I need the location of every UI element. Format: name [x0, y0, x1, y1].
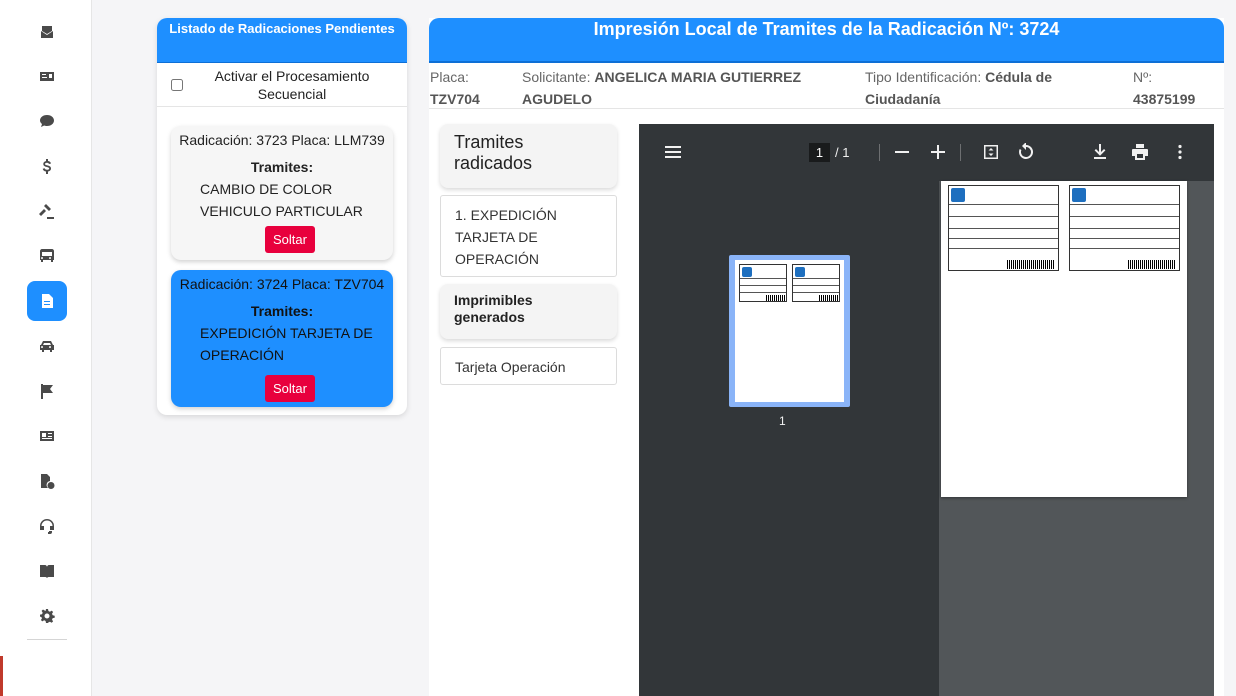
sequential-processing-toggle[interactable]: Activar el Procesamiento Secuencial	[157, 63, 407, 107]
tramite-item: EXPEDICIÓN TARJETA DE	[200, 325, 373, 341]
menu-icon[interactable]	[662, 141, 684, 163]
money-card-icon[interactable]	[27, 56, 67, 96]
solicitante-field: Solicitante: ANGELICA MARIA GUTIERREZ AG…	[522, 66, 801, 110]
file-info-icon[interactable]	[27, 461, 67, 501]
card-preview	[792, 264, 840, 302]
rotate-icon[interactable]	[1015, 141, 1037, 163]
placa-field: Placa: TZV704	[430, 66, 480, 110]
bus-icon[interactable]	[27, 236, 67, 276]
download-icon[interactable]	[1089, 141, 1111, 163]
imprimible-list-item[interactable]: Tarjeta Operación	[440, 347, 617, 385]
tarjeta-operacion-preview	[948, 185, 1059, 271]
numero-field: Nº: 43875199	[1133, 66, 1195, 110]
tramite-item: CAMBIO DE COLOR	[200, 181, 333, 197]
tipo-identificacion-field: Tipo Identificación: Cédula de Ciudadaní…	[865, 66, 1052, 110]
page-total: / 1	[835, 145, 850, 160]
tramite-item: VEHICULO PARTICULAR	[200, 203, 363, 219]
more-icon[interactable]	[1169, 141, 1191, 163]
pdf-toolbar: 1 / 1	[639, 124, 1214, 181]
tramite-list-item[interactable]: 1. EXPEDICIÓN TARJETA DE OPERACIÓN	[440, 195, 617, 277]
tarjeta-operacion-preview	[1069, 185, 1180, 271]
tramites-radicados-heading: Tramites radicados	[440, 124, 617, 188]
pdf-viewer[interactable]: 1 / 1 1	[639, 124, 1214, 696]
sequential-processing-checkbox[interactable]	[171, 78, 183, 91]
numero-label: Nº:	[1133, 69, 1153, 85]
tipo-label: Tipo Identificación:	[865, 69, 982, 85]
car-icon[interactable]	[27, 326, 67, 366]
placa-value: TZV704	[430, 91, 480, 107]
pending-radicaciones-panel: Listado de Radicaciones Pendientes Activ…	[157, 18, 407, 415]
page-thumbnail[interactable]	[729, 255, 850, 407]
solicitante-value: ANGELICA MARIA GUTIERREZ	[594, 69, 801, 85]
radicacion-info-row: Placa: TZV704 Solicitante: ANGELICA MARI…	[429, 66, 1224, 109]
pdf-page	[941, 181, 1187, 497]
flag-icon[interactable]	[27, 371, 67, 411]
placa-label: Placa:	[430, 69, 469, 85]
tipo-value-cont: Ciudadanía	[865, 91, 941, 107]
radicacion-info: Radicación: 3723 Placa: LLM739	[179, 132, 385, 148]
headset-icon[interactable]	[27, 506, 67, 546]
zoom-out-icon[interactable]	[891, 141, 913, 163]
tramites-list: EXPEDICIÓN TARJETA DE OPERACIÓN	[200, 322, 380, 366]
local-print-panel: Impresión Local de Tramites de la Radica…	[429, 18, 1224, 696]
sidebar-divider	[27, 639, 67, 640]
thumbnail-page	[735, 260, 844, 402]
dollar-icon[interactable]	[27, 146, 67, 186]
gear-icon[interactable]	[27, 596, 67, 636]
tramite-item: OPERACIÓN	[200, 347, 285, 363]
zoom-in-icon[interactable]	[927, 141, 949, 163]
card-preview	[739, 264, 787, 302]
fit-page-icon[interactable]	[980, 141, 1002, 163]
solicitante-label: Solicitante:	[522, 69, 591, 85]
print-icon[interactable]	[1129, 141, 1151, 163]
toolbar-divider	[879, 144, 880, 161]
tramites-list: CAMBIO DE COLOR VEHICULO PARTICULAR	[200, 178, 380, 222]
document-icon[interactable]	[27, 281, 67, 321]
sidebar-edge-marker	[0, 656, 3, 696]
tramites-label: Tramites:	[250, 303, 314, 319]
soltar-button[interactable]: Soltar	[265, 226, 315, 253]
radicacion-info: Radicación: 3724 Placa: TZV704	[179, 276, 385, 292]
tipo-value: Cédula de	[985, 69, 1053, 85]
radicacion-card-3724[interactable]: Radicación: 3724 Placa: TZV704 Tramites:…	[171, 270, 393, 407]
id-card-icon[interactable]	[27, 416, 67, 456]
thumbnail-page-number: 1	[779, 414, 786, 428]
book-icon[interactable]	[27, 551, 67, 591]
solicitante-value-cont: AGUDELO	[522, 91, 592, 107]
numero-value: 43875199	[1133, 91, 1196, 107]
pending-panel-title: Listado de Radicaciones Pendientes	[157, 18, 407, 63]
page-title: Impresión Local de Tramites de la Radica…	[429, 18, 1224, 63]
page-number-input[interactable]: 1	[809, 143, 830, 162]
chat-dollar-icon[interactable]	[27, 101, 67, 141]
pdf-thumbnail-sidebar: 1	[639, 181, 939, 696]
tramites-label: Tramites:	[250, 159, 314, 175]
sequential-processing-label: Activar el Procesamiento Secuencial	[214, 67, 370, 102]
envelope-icon[interactable]	[27, 12, 67, 52]
toolbar-divider	[960, 144, 961, 161]
gavel-icon[interactable]	[27, 191, 67, 231]
soltar-button[interactable]: Soltar	[265, 375, 315, 402]
imprimibles-heading: Imprimibles generados	[440, 284, 617, 339]
radicacion-card-3723[interactable]: Radicación: 3723 Placa: LLM739 Tramites:…	[171, 126, 393, 260]
sidebar	[0, 0, 92, 696]
